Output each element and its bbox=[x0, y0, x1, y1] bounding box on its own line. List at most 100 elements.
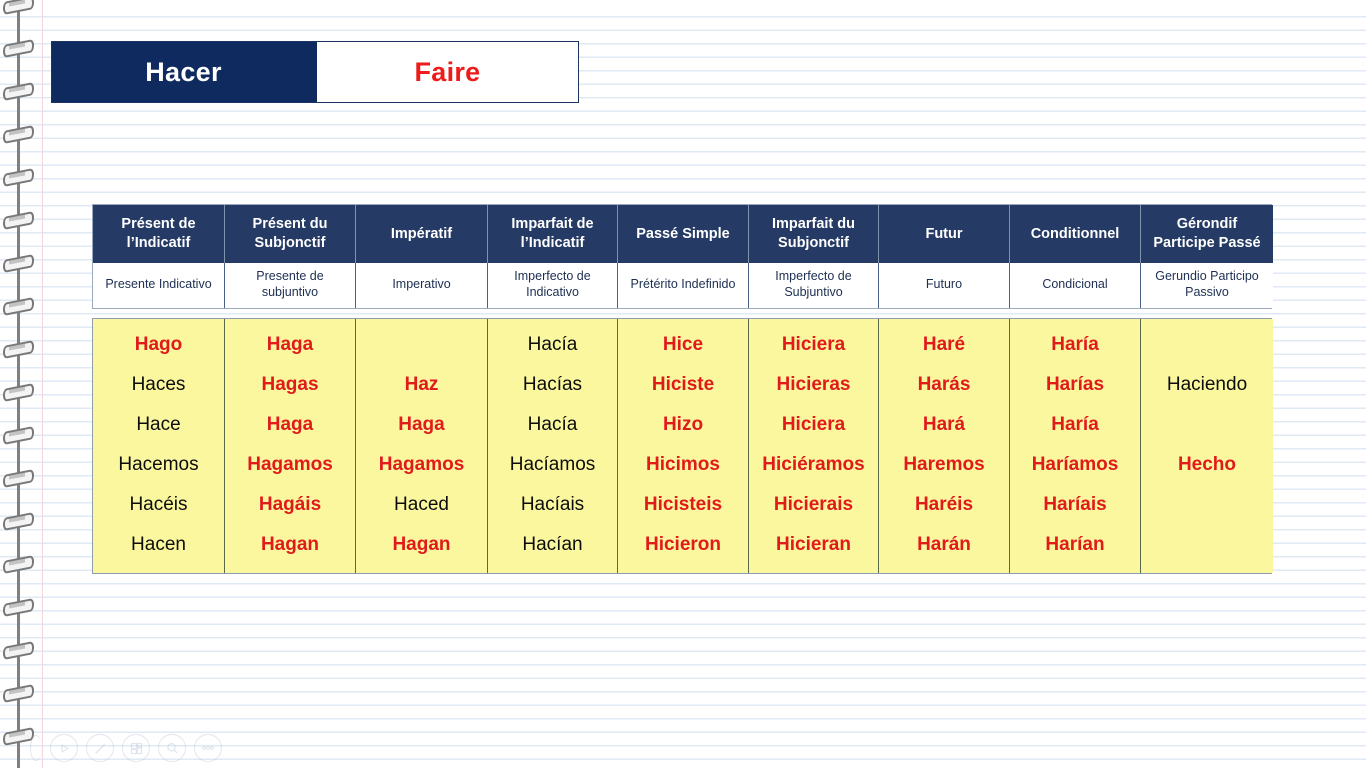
margin-rule-line bbox=[42, 0, 43, 768]
layout-icon[interactable] bbox=[122, 734, 150, 762]
binding-ring bbox=[3, 385, 33, 398]
table-cell: Haga bbox=[398, 414, 445, 436]
play-icon[interactable] bbox=[50, 734, 78, 762]
table-cell: Hicieras bbox=[776, 374, 851, 396]
table-cell: Haz bbox=[404, 374, 439, 396]
table-cell: Haríamos bbox=[1031, 454, 1119, 476]
table-cell: Hacemos bbox=[118, 454, 199, 476]
table-cell-empty bbox=[1143, 525, 1271, 565]
table-cell: Hará bbox=[922, 414, 966, 436]
table-cell: Harán bbox=[917, 534, 971, 556]
header-cell-spanish: Gerundio Participo Passivo bbox=[1141, 263, 1273, 309]
binding-ring bbox=[3, 342, 33, 355]
binding-ring bbox=[3, 686, 33, 699]
header-cell-french: Gérondif Participe Passé bbox=[1141, 205, 1273, 263]
pen-icon[interactable] bbox=[86, 734, 114, 762]
binding-ring bbox=[3, 41, 33, 54]
table-cell: Hacéis bbox=[129, 494, 188, 516]
table-cell: Hago bbox=[134, 334, 183, 356]
table-cell: Hice bbox=[662, 334, 704, 356]
table-cell-empty bbox=[1143, 405, 1271, 445]
table-cell-empty bbox=[358, 325, 485, 365]
more-icon[interactable] bbox=[194, 734, 222, 762]
table-column: Haría Harías Haría Haríamos Haríais Harían bbox=[1010, 319, 1141, 574]
tab-spanish-verb[interactable]: Hacer bbox=[52, 42, 315, 102]
header-cell-french: Présent de l’Indicatif bbox=[93, 205, 225, 263]
table-cell: Hicierais bbox=[773, 494, 854, 516]
binding-ring bbox=[3, 170, 33, 183]
table-cell: Hacíamos bbox=[509, 454, 596, 476]
header-cell-spanish: Condicional bbox=[1010, 263, 1141, 309]
binding-ring bbox=[3, 428, 33, 441]
header-cell-french: Présent du Subjonctif bbox=[225, 205, 356, 263]
table-cell: Haréis bbox=[914, 494, 974, 516]
table-cell: Harás bbox=[917, 374, 971, 396]
binding-ring bbox=[3, 643, 33, 656]
table-cell: Hagan bbox=[392, 534, 451, 556]
binding-ring bbox=[3, 557, 33, 570]
binding-ring bbox=[3, 471, 33, 484]
header-cell-french: Conditionnel bbox=[1010, 205, 1141, 263]
header-row-spanish: Presente Indicativo Presente de subjuntiv… bbox=[93, 263, 1273, 309]
table-column: Haré Harás Hará Haremos Haréis Harán bbox=[879, 319, 1010, 574]
spiral-binding bbox=[0, 0, 42, 768]
binding-ring bbox=[3, 514, 33, 527]
table-cell: Hiciste bbox=[651, 374, 715, 396]
table-cell: Harían bbox=[1045, 534, 1105, 556]
header-cell-spanish: Presente Indicativo bbox=[93, 263, 225, 309]
table-cell: Hace bbox=[136, 414, 181, 436]
table-cell: Hacían bbox=[522, 534, 583, 556]
table-cell: Hagamos bbox=[247, 454, 333, 476]
table-cell: Harías bbox=[1045, 374, 1105, 396]
header-cell-spanish: Imperativo bbox=[356, 263, 488, 309]
binding-ring bbox=[3, 127, 33, 140]
table-cell: Hecho bbox=[1177, 454, 1237, 476]
header-cell-french: Imparfait de l’Indicatif bbox=[488, 205, 618, 263]
header-cell-spanish: Prétérito Indefinido bbox=[618, 263, 749, 309]
binding-ring bbox=[3, 600, 33, 613]
binding-ring bbox=[3, 256, 33, 269]
header-cell-spanish: Presente de subjuntivo bbox=[225, 263, 356, 309]
header-cell-spanish: Futuro bbox=[879, 263, 1010, 309]
verb-title-tabs: Hacer Faire bbox=[52, 42, 578, 102]
header-row-french: Présent de l’Indicatif Présent du Subjonc… bbox=[93, 205, 1273, 263]
table-column: Haz Haga Hagamos Haced Hagan bbox=[356, 319, 488, 574]
table-cell: Hicieron bbox=[644, 534, 722, 556]
header-cell-french: Passé Simple bbox=[618, 205, 749, 263]
conjugation-table: Présent de l’Indicatif Présent du Subjonc… bbox=[92, 204, 1273, 575]
table-cell: Hicieran bbox=[776, 534, 851, 556]
table-column: Hiciera Hicieras Hiciera Hiciéramos Hicierai… bbox=[749, 319, 879, 574]
table-cell: Hizo bbox=[662, 414, 704, 436]
table-cell: Hicisteis bbox=[643, 494, 723, 516]
table-column: Haciendo Hecho bbox=[1141, 319, 1273, 574]
table-column: Hacía Hacías Hacía Hacíamos Hacíais Hacían bbox=[488, 319, 618, 574]
table-cell: Haremos bbox=[903, 454, 985, 476]
table-body-block: Hago Haces Hace Hacemos Hacéis Hacen Haga Hagas… bbox=[92, 318, 1273, 575]
header-cell-spanish: Imperfecto de Indicativo bbox=[488, 263, 618, 309]
table-cell: Haría bbox=[1051, 334, 1099, 356]
table-header-block: Présent de l’Indicatif Présent du Subjonc… bbox=[92, 204, 1273, 310]
table-column: Hago Haces Hace Hacemos Hacéis Hacen bbox=[93, 319, 225, 574]
table-cell: Hicimos bbox=[646, 454, 720, 476]
table-cell: Hiciéramos bbox=[762, 454, 865, 476]
binding-ring bbox=[3, 299, 33, 312]
table-cell: Hacía bbox=[527, 334, 578, 356]
table-column: Hice Hiciste Hizo Hicimos Hicisteis Hicieron bbox=[618, 319, 749, 574]
table-cell: Hacen bbox=[131, 534, 186, 556]
table-cell-empty bbox=[1143, 325, 1271, 365]
table-cell: Hacía bbox=[527, 414, 578, 436]
table-cell: Haciendo bbox=[1166, 374, 1248, 396]
header-cell-french: Impératif bbox=[356, 205, 488, 263]
table-cell: Hagamos bbox=[378, 454, 465, 476]
header-cell-french: Futur bbox=[879, 205, 1010, 263]
table-cell: Hagáis bbox=[258, 494, 322, 516]
tab-french-verb[interactable]: Faire bbox=[315, 42, 578, 102]
search-icon[interactable] bbox=[158, 734, 186, 762]
binding-ring bbox=[3, 729, 33, 742]
toolbar-left-edge bbox=[30, 735, 42, 761]
header-cell-french: Imparfait du Subjonctif bbox=[749, 205, 879, 263]
table-cell: Haga bbox=[266, 334, 314, 356]
table-cell: Haced bbox=[394, 494, 449, 516]
table-cell: Haría bbox=[1051, 414, 1099, 436]
table-cell: Hagas bbox=[261, 374, 319, 396]
